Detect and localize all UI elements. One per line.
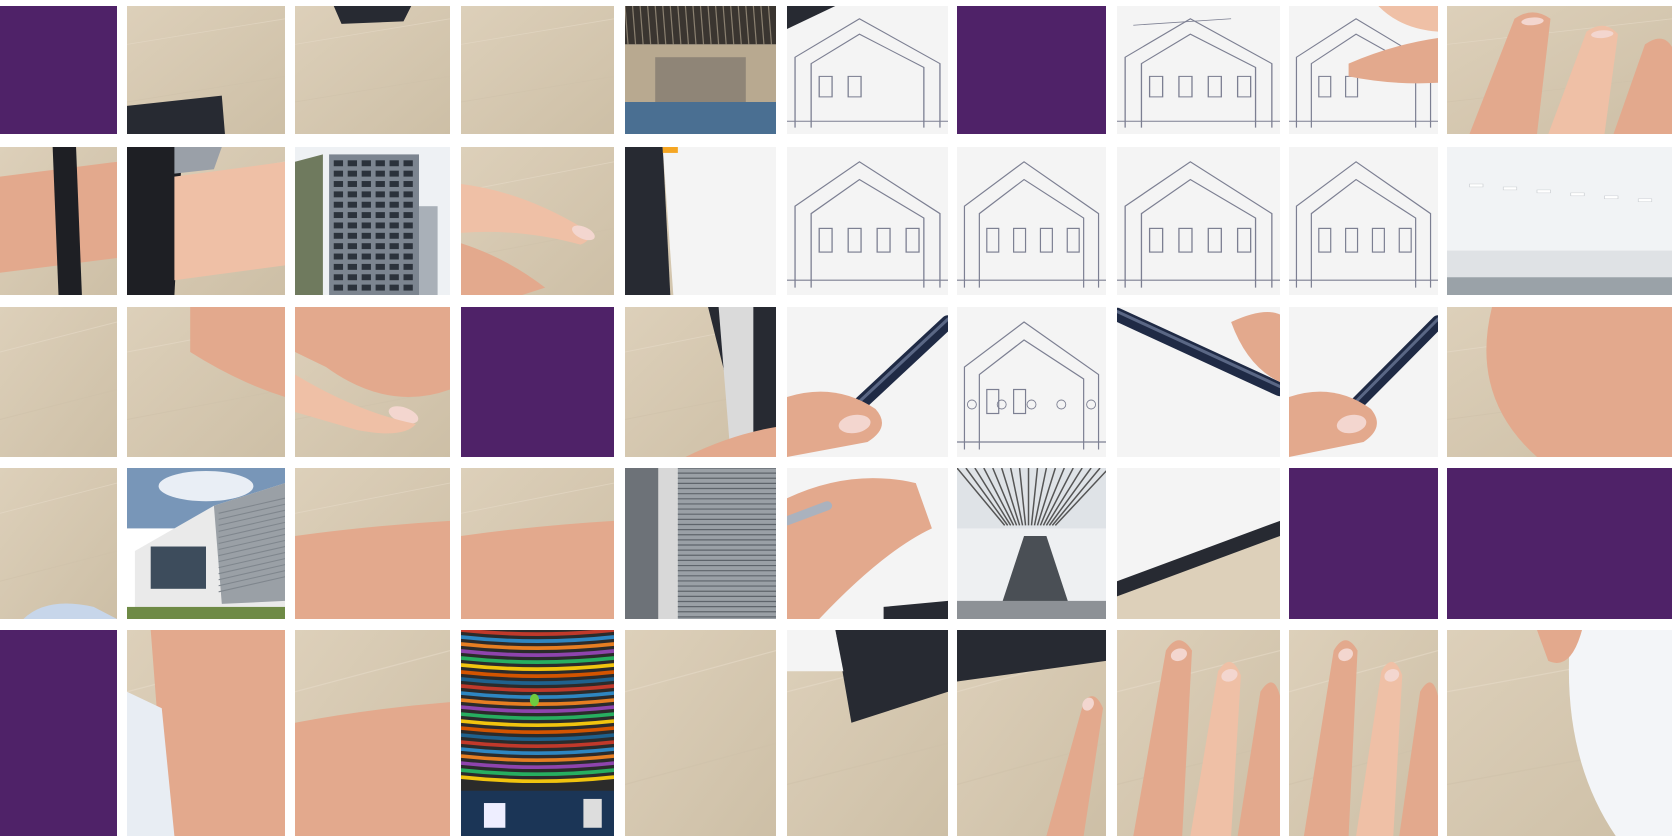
- photo-mosaic: [0, 0, 1672, 836]
- photo-tile-building-louvre: [625, 468, 776, 619]
- photo-tile-hand-back: [1447, 307, 1672, 457]
- photo-tile-desk: [0, 307, 117, 457]
- photo-tile-pen-paper: [1117, 307, 1280, 457]
- photo-tile-building-colorful-ceiling: [461, 630, 614, 836]
- photo-tile-building-lobby: [625, 6, 776, 134]
- purple-tile: [957, 6, 1106, 134]
- photo-tile-clipboard-blueprint: [625, 147, 776, 295]
- photo-tile-building-escalator: [957, 468, 1106, 619]
- photo-tile-arm: [461, 468, 614, 619]
- purple-tile: [1289, 468, 1438, 619]
- photo-tile-clipboard-corner: [1117, 468, 1280, 619]
- photo-tile-clipboard-edge: [625, 307, 776, 457]
- photo-tile-hand-fingertips: [295, 307, 450, 457]
- photo-tile-hand-pen-lower: [787, 468, 948, 619]
- photo-tile-office-interior: [1447, 147, 1672, 295]
- photo-tile-blueprint-clipboard-edge: [787, 6, 948, 134]
- photo-tile-blueprint-house: [957, 147, 1106, 295]
- photo-tile-blueprint-lower: [957, 307, 1106, 457]
- photo-tile-desk: [461, 6, 614, 134]
- photo-tile-watch-desk: [127, 147, 285, 295]
- photo-tile-pen-hand: [1289, 307, 1438, 457]
- photo-tile-arm: [295, 630, 450, 836]
- purple-tile: [461, 307, 614, 457]
- photo-tile-arm: [295, 468, 450, 619]
- photo-tile-wrist-watch: [0, 147, 117, 295]
- photo-tile-desk-clipboard-corner: [295, 6, 450, 134]
- photo-tile-sleeve-corner: [1447, 630, 1672, 836]
- photo-tile-desk: [625, 630, 776, 836]
- photo-tile-fingers: [1289, 630, 1438, 836]
- photo-tile-desk-sleeve: [0, 468, 117, 619]
- photo-tile-blueprint-title: [1117, 6, 1280, 134]
- photo-tile-arm-sleeve: [127, 630, 285, 836]
- photo-tile-building-facade: [127, 468, 285, 619]
- photo-tile-blueprint-house: [787, 147, 948, 295]
- photo-tile-desk-fingertips: [461, 147, 614, 295]
- purple-tile: [0, 6, 117, 134]
- photo-tile-clipboard-bottom: [787, 630, 948, 836]
- photo-tile-blueprint-fingers: [1289, 6, 1438, 134]
- photo-tile-blueprint-house: [1289, 147, 1438, 295]
- purple-tile: [0, 630, 117, 836]
- photo-tile-pen-hand: [787, 307, 948, 457]
- photo-tile-building-tower: [295, 147, 450, 295]
- photo-tile-desk-watch-edge: [127, 6, 285, 134]
- photo-tile-fingers: [1447, 6, 1672, 134]
- purple-tile: [1447, 468, 1672, 619]
- photo-tile-blueprint-house: [1117, 147, 1280, 295]
- photo-tile-clipboard-fingers: [957, 630, 1106, 836]
- photo-tile-fingers: [1117, 630, 1280, 836]
- photo-tile-hand-desk: [127, 307, 285, 457]
